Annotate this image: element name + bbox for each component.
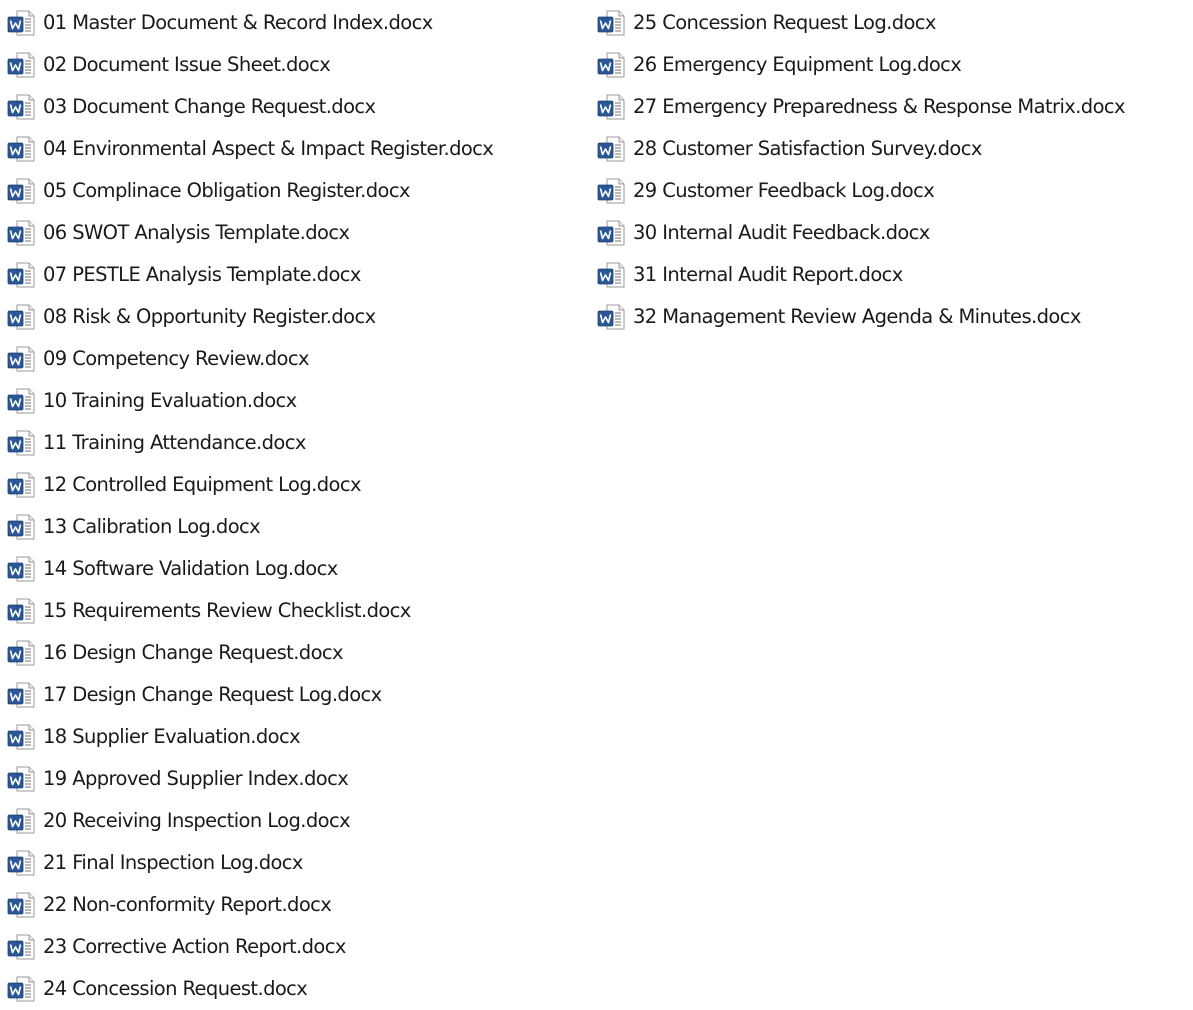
file-item[interactable]: 32 Management Review Agenda & Minutes.do… bbox=[596, 296, 1125, 338]
file-item[interactable]: 01 Master Document & Record Index.docx bbox=[6, 2, 493, 44]
file-item[interactable]: 20 Receiving Inspection Log.docx bbox=[6, 800, 493, 842]
file-item[interactable]: 31 Internal Audit Report.docx bbox=[596, 254, 1125, 296]
file-item[interactable]: 09 Competency Review.docx bbox=[6, 338, 493, 380]
file-name-label: 19 Approved Supplier Index.docx bbox=[43, 767, 349, 791]
word-document-icon bbox=[6, 302, 36, 332]
file-name-label: 20 Receiving Inspection Log.docx bbox=[43, 809, 351, 833]
file-item[interactable]: 25 Concession Request Log.docx bbox=[596, 2, 1125, 44]
word-document-icon bbox=[6, 386, 36, 416]
file-name-label: 03 Document Change Request.docx bbox=[43, 95, 376, 119]
file-item[interactable]: 07 PESTLE Analysis Template.docx bbox=[6, 254, 493, 296]
word-document-icon bbox=[596, 302, 626, 332]
word-document-icon bbox=[596, 218, 626, 248]
file-name-label: 32 Management Review Agenda & Minutes.do… bbox=[633, 305, 1081, 329]
word-document-icon bbox=[6, 932, 36, 962]
word-document-icon bbox=[6, 344, 36, 374]
word-document-icon bbox=[6, 554, 36, 584]
file-item[interactable]: 27 Emergency Preparedness & Response Mat… bbox=[596, 86, 1126, 128]
word-document-icon bbox=[6, 8, 36, 38]
file-item[interactable]: 04 Environmental Aspect & Impact Registe… bbox=[6, 128, 494, 170]
file-name-label: 31 Internal Audit Report.docx bbox=[633, 263, 903, 287]
file-name-label: 16 Design Change Request.docx bbox=[43, 641, 344, 665]
file-name-label: 11 Training Attendance.docx bbox=[43, 431, 306, 455]
word-document-icon bbox=[6, 806, 36, 836]
word-document-icon bbox=[6, 890, 36, 920]
word-document-icon bbox=[6, 176, 36, 206]
word-document-icon bbox=[6, 92, 36, 122]
file-name-label: 04 Environmental Aspect & Impact Registe… bbox=[43, 137, 494, 161]
word-document-icon bbox=[6, 680, 36, 710]
file-name-label: 08 Risk & Opportunity Register.docx bbox=[43, 305, 376, 329]
file-item[interactable]: 26 Emergency Equipment Log.docx bbox=[596, 44, 1125, 86]
file-item[interactable]: 18 Supplier Evaluation.docx bbox=[6, 716, 493, 758]
word-document-icon bbox=[596, 50, 626, 80]
file-name-label: 13 Calibration Log.docx bbox=[43, 515, 261, 539]
file-item[interactable]: 29 Customer Feedback Log.docx bbox=[596, 170, 1125, 212]
file-name-label: 10 Training Evaluation.docx bbox=[43, 389, 297, 413]
file-item[interactable]: 23 Corrective Action Report.docx bbox=[6, 926, 493, 968]
file-name-label: 01 Master Document & Record Index.docx bbox=[43, 11, 433, 35]
word-document-icon bbox=[6, 260, 36, 290]
file-name-label: 23 Corrective Action Report.docx bbox=[43, 935, 346, 959]
word-document-icon bbox=[6, 596, 36, 626]
file-item[interactable]: 30 Internal Audit Feedback.docx bbox=[596, 212, 1125, 254]
file-item[interactable]: 08 Risk & Opportunity Register.docx bbox=[6, 296, 493, 338]
file-name-label: 05 Complinace Obligation Register.docx bbox=[43, 179, 411, 203]
word-document-icon bbox=[6, 470, 36, 500]
file-item[interactable]: 03 Document Change Request.docx bbox=[6, 86, 493, 128]
word-document-icon bbox=[6, 50, 36, 80]
file-item[interactable]: 24 Concession Request.docx bbox=[6, 968, 493, 1010]
file-item[interactable]: 19 Approved Supplier Index.docx bbox=[6, 758, 493, 800]
file-name-label: 12 Controlled Equipment Log.docx bbox=[43, 473, 362, 497]
word-document-icon bbox=[596, 134, 626, 164]
file-name-label: 17 Design Change Request Log.docx bbox=[43, 683, 382, 707]
file-name-label: 30 Internal Audit Feedback.docx bbox=[633, 221, 930, 245]
file-item[interactable]: 17 Design Change Request Log.docx bbox=[6, 674, 493, 716]
file-name-label: 25 Concession Request Log.docx bbox=[633, 11, 936, 35]
file-name-label: 06 SWOT Analysis Template.docx bbox=[43, 221, 350, 245]
word-document-icon bbox=[6, 638, 36, 668]
file-item[interactable]: 14 Software Validation Log.docx bbox=[6, 548, 493, 590]
word-document-icon bbox=[6, 134, 36, 164]
file-item[interactable]: 28 Customer Satisfaction Survey.docx bbox=[596, 128, 1125, 170]
word-document-icon bbox=[6, 764, 36, 794]
file-name-label: 27 Emergency Preparedness & Response Mat… bbox=[633, 95, 1126, 119]
file-item[interactable]: 05 Complinace Obligation Register.docx bbox=[6, 170, 493, 212]
file-name-label: 26 Emergency Equipment Log.docx bbox=[633, 53, 962, 77]
word-document-icon bbox=[596, 176, 626, 206]
word-document-icon bbox=[6, 974, 36, 1004]
file-item[interactable]: 11 Training Attendance.docx bbox=[6, 422, 493, 464]
file-item[interactable]: 06 SWOT Analysis Template.docx bbox=[6, 212, 493, 254]
file-name-label: 07 PESTLE Analysis Template.docx bbox=[43, 263, 361, 287]
word-document-icon bbox=[596, 8, 626, 38]
file-item[interactable]: 02 Document Issue Sheet.docx bbox=[6, 44, 493, 86]
word-document-icon bbox=[6, 722, 36, 752]
file-name-label: 28 Customer Satisfaction Survey.docx bbox=[633, 137, 982, 161]
file-name-label: 18 Supplier Evaluation.docx bbox=[43, 725, 301, 749]
file-list-column-2: 25 Concession Request Log.docx 26 Emerge… bbox=[596, 2, 1126, 338]
word-document-icon bbox=[6, 428, 36, 458]
word-document-icon bbox=[6, 848, 36, 878]
file-item[interactable]: 21 Final Inspection Log.docx bbox=[6, 842, 493, 884]
file-item[interactable]: 16 Design Change Request.docx bbox=[6, 632, 493, 674]
word-document-icon bbox=[6, 512, 36, 542]
word-document-icon bbox=[6, 218, 36, 248]
word-document-icon bbox=[596, 260, 626, 290]
file-name-label: 09 Competency Review.docx bbox=[43, 347, 310, 371]
file-name-label: 24 Concession Request.docx bbox=[43, 977, 308, 1001]
file-name-label: 14 Software Validation Log.docx bbox=[43, 557, 338, 581]
file-name-label: 15 Requirements Review Checklist.docx bbox=[43, 599, 411, 623]
file-name-label: 21 Final Inspection Log.docx bbox=[43, 851, 303, 875]
file-name-label: 22 Non-conformity Report.docx bbox=[43, 893, 332, 917]
file-item[interactable]: 13 Calibration Log.docx bbox=[6, 506, 493, 548]
file-item[interactable]: 12 Controlled Equipment Log.docx bbox=[6, 464, 493, 506]
file-list-column-1: 01 Master Document & Record Index.docx 0… bbox=[6, 2, 494, 1010]
word-document-icon bbox=[596, 92, 626, 122]
file-name-label: 02 Document Issue Sheet.docx bbox=[43, 53, 331, 77]
file-name-label: 29 Customer Feedback Log.docx bbox=[633, 179, 935, 203]
file-item[interactable]: 15 Requirements Review Checklist.docx bbox=[6, 590, 493, 632]
file-item[interactable]: 10 Training Evaluation.docx bbox=[6, 380, 493, 422]
file-item[interactable]: 22 Non-conformity Report.docx bbox=[6, 884, 493, 926]
